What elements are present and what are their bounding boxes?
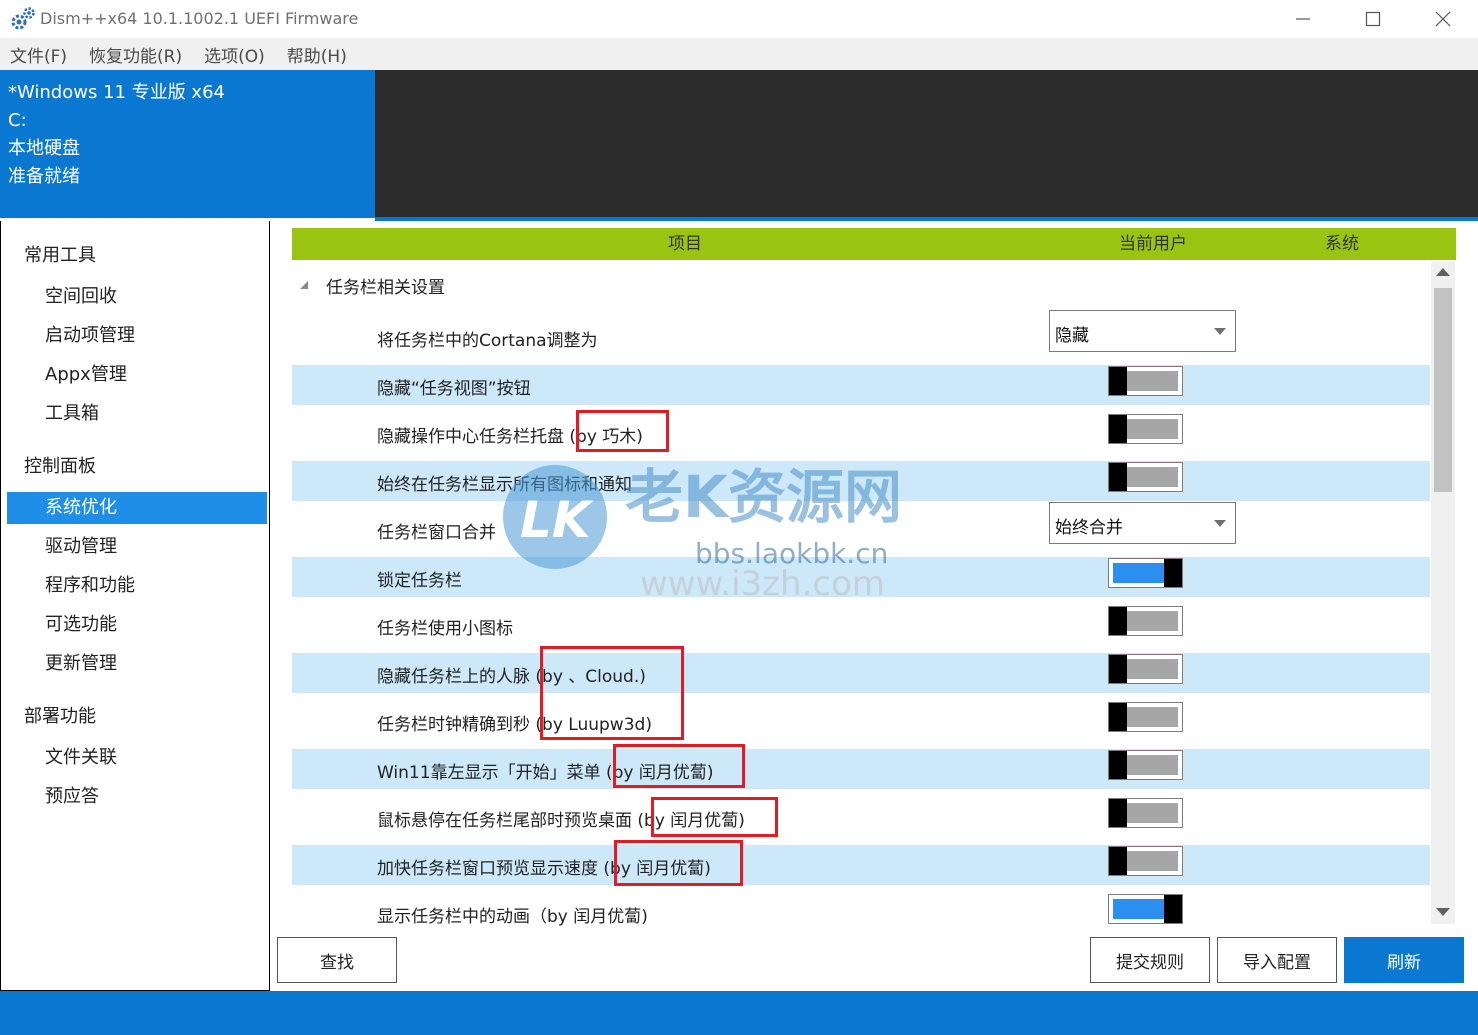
toggle-switch[interactable]	[1108, 414, 1183, 444]
column-header-current-user[interactable]: 当前用户	[1119, 228, 1187, 260]
table-row: 任务栏时钟精确到秒 (by Luupw3d)	[292, 701, 1430, 741]
toggle-switch[interactable]	[1108, 846, 1183, 876]
row-label: 将任务栏中的Cortana调整为	[377, 331, 598, 351]
find-button[interactable]: 查找	[277, 937, 397, 983]
menu-restore[interactable]: 恢复功能(R)	[89, 42, 182, 67]
table-row: 锁定任务栏	[292, 557, 1430, 597]
image-info-panel[interactable]: *Windows 11 专业版 x64 C: 本地硬盘 准备就绪	[0, 70, 375, 218]
sidebar-item-appx-manager[interactable]: Appx管理	[7, 359, 267, 391]
toggle-switch[interactable]	[1108, 606, 1183, 636]
table-row: 隐藏“任务视图”按钮	[292, 365, 1430, 405]
sidebar-item-startup-manager[interactable]: 启动项管理	[7, 320, 267, 352]
row-label: 任务栏窗口合并	[377, 523, 496, 543]
sidebar-category-common-tools[interactable]: 常用工具	[24, 241, 96, 267]
toggle-switch[interactable]	[1108, 702, 1183, 732]
chevron-down-icon	[1214, 520, 1226, 527]
highlight-box	[651, 797, 778, 837]
row-label: 隐藏“任务视图”按钮	[377, 379, 531, 399]
dropdown-value: 始终合并	[1055, 518, 1123, 538]
scroll-down-icon[interactable]	[1436, 908, 1450, 916]
title-bar: Dism++x64 10.1.1002.1 UEFI Firmware	[0, 0, 1478, 38]
highlight-box	[613, 744, 745, 788]
maximize-icon	[1365, 11, 1381, 27]
table-row: 显示任务栏中的动画（by 闰月优蔔)	[292, 893, 1430, 933]
sidebar-item-driver-manager[interactable]: 驱动管理	[7, 531, 267, 563]
group-row[interactable]: 任务栏相关设置	[292, 262, 1430, 306]
highlight-box	[576, 410, 669, 452]
sidebar-item-programs[interactable]: 程序和功能	[7, 570, 267, 602]
image-status: 准备就绪	[8, 166, 80, 187]
toggle-switch[interactable]	[1108, 462, 1183, 492]
sidebar-item-optional-features[interactable]: 可选功能	[7, 609, 267, 641]
minimize-icon	[1296, 18, 1310, 20]
vertical-scrollbar[interactable]	[1431, 262, 1455, 924]
toggle-switch[interactable]	[1108, 366, 1183, 396]
import-config-button[interactable]: 导入配置	[1217, 937, 1337, 983]
header-divider	[375, 217, 1478, 221]
toggle-switch[interactable]	[1108, 654, 1183, 684]
sidebar-item-system-optimize[interactable]: 系统优化	[7, 492, 267, 524]
toggle-switch[interactable]	[1108, 798, 1183, 828]
table-row: 加快任务栏窗口预览显示速度 (by 闰月优蔔)	[292, 845, 1430, 885]
table-row: 隐藏操作中心任务栏托盘 (by 巧木)	[292, 413, 1430, 453]
row-label: 显示任务栏中的动画（by 闰月优蔔)	[377, 907, 648, 927]
menu-file[interactable]: 文件(F)	[10, 42, 67, 67]
sidebar-item-update-manager[interactable]: 更新管理	[7, 648, 267, 680]
sidebar: 常用工具 空间回收 启动项管理 Appx管理 工具箱 控制面板 系统优化 驱动管…	[0, 221, 270, 991]
scroll-up-icon[interactable]	[1436, 268, 1450, 276]
table-row: 将任务栏中的Cortana调整为 隐藏	[292, 310, 1430, 357]
image-list-area	[375, 70, 1478, 218]
row-label: 始终在任务栏显示所有图标和通知	[377, 475, 632, 495]
menu-help[interactable]: 帮助(H)	[287, 42, 347, 67]
sidebar-item-unattend[interactable]: 预应答	[7, 781, 267, 813]
toggle-switch[interactable]	[1108, 750, 1183, 780]
row-label: 任务栏使用小图标	[377, 619, 513, 639]
close-button[interactable]	[1408, 0, 1478, 38]
submit-rule-button[interactable]: 提交规则	[1090, 937, 1210, 983]
sidebar-category-control-panel[interactable]: 控制面板	[24, 452, 96, 478]
sidebar-item-space-cleanup[interactable]: 空间回收	[7, 281, 267, 313]
highlight-box	[614, 840, 743, 886]
table-header: 项目 当前用户 系统	[292, 228, 1456, 260]
table-row: 任务栏窗口合并 始终合并	[292, 502, 1430, 549]
toggle-switch[interactable]	[1108, 558, 1183, 588]
table-row: Win11靠左显示「开始」菜单 (by 闰月优蔔)	[292, 749, 1430, 789]
gear-icon	[11, 7, 35, 30]
column-header-item[interactable]: 项目	[668, 228, 702, 260]
scrollbar-thumb[interactable]	[1434, 288, 1452, 492]
group-title: 任务栏相关设置	[326, 278, 445, 298]
dropdown-value: 隐藏	[1055, 326, 1089, 346]
collapse-arrow-icon[interactable]	[299, 280, 309, 290]
row-label: 锁定任务栏	[377, 571, 462, 591]
status-bar	[0, 991, 1478, 1035]
highlight-box	[540, 646, 684, 740]
image-name: *Windows 11 专业版 x64	[8, 82, 225, 103]
toggle-switch[interactable]	[1108, 894, 1183, 924]
table-row: 鼠标悬停在任务栏尾部时预览桌面 (by 闰月优蔔)	[292, 797, 1430, 837]
minimize-button[interactable]	[1268, 0, 1338, 38]
chevron-down-icon	[1214, 328, 1226, 335]
sidebar-item-file-association[interactable]: 文件关联	[7, 742, 267, 774]
image-type: 本地硬盘	[8, 138, 80, 159]
table-row: 始终在任务栏显示所有图标和通知	[292, 461, 1430, 501]
menu-bar: 文件(F) 恢复功能(R) 选项(O) 帮助(H)	[0, 38, 1478, 70]
column-header-system[interactable]: 系统	[1325, 228, 1359, 260]
menu-options[interactable]: 选项(O)	[204, 42, 265, 67]
window-title: Dism++x64 10.1.1002.1 UEFI Firmware	[40, 9, 359, 28]
table-row: 隐藏任务栏上的人脉 (by 、Cloud.)	[292, 653, 1430, 693]
sidebar-category-deploy[interactable]: 部署功能	[24, 702, 96, 728]
taskbar-combine-dropdown[interactable]: 始终合并	[1049, 502, 1236, 544]
maximize-button[interactable]	[1338, 0, 1408, 38]
image-drive: C:	[8, 110, 27, 131]
table-row: 任务栏使用小图标	[292, 605, 1430, 645]
cortana-dropdown[interactable]: 隐藏	[1049, 310, 1236, 352]
close-icon	[1435, 11, 1451, 27]
refresh-button[interactable]: 刷新	[1344, 937, 1464, 983]
sidebar-item-toolbox[interactable]: 工具箱	[7, 398, 267, 430]
